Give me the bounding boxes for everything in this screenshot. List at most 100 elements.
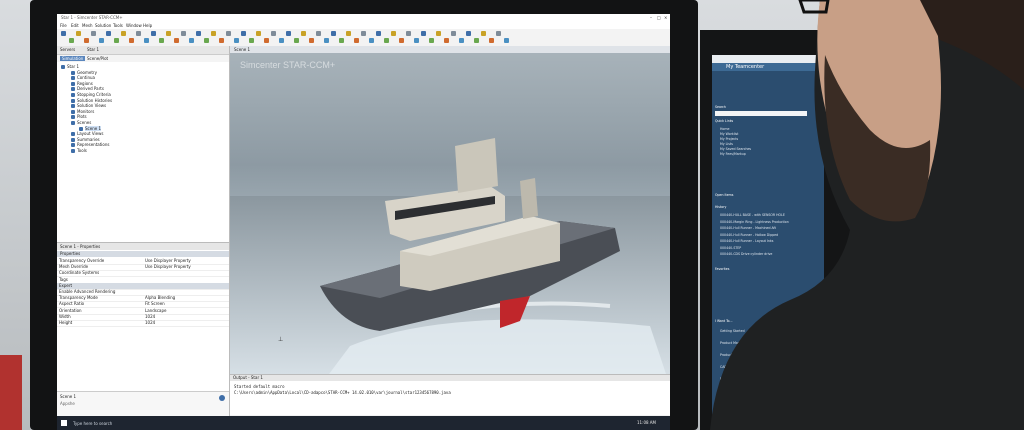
toolbar-tool-icon[interactable]: [413, 38, 419, 43]
menu-solution[interactable]: Solution: [95, 23, 111, 28]
toolbar-tool-icon[interactable]: [331, 31, 336, 36]
toolbar-tool-icon[interactable]: [241, 31, 246, 36]
folder-icon: [71, 121, 75, 125]
tab-servers[interactable]: Servers: [60, 47, 75, 52]
ship-scene: [230, 138, 670, 386]
folder-icon: [79, 126, 83, 131]
toolbar-tool-icon[interactable]: [323, 38, 329, 43]
toolbar-tool-icon[interactable]: [436, 31, 441, 36]
tab-scene-plot[interactable]: Scene/Plot: [87, 56, 108, 61]
explorer-panel: Servers Star 1 Simulation Scene/Plot Sta…: [57, 46, 230, 416]
toolbar-tool-icon[interactable]: [68, 38, 74, 43]
toolbar-tool-icon[interactable]: [398, 38, 404, 43]
toolbar-tool-icon[interactable]: [91, 31, 96, 36]
menu-mesh[interactable]: Mesh: [82, 23, 93, 28]
toolbar-tool-icon[interactable]: [166, 31, 171, 36]
property-row[interactable]: Height 1024: [57, 320, 229, 327]
maximize-icon[interactable]: □: [657, 15, 661, 20]
toolbar-tool-icon[interactable]: [173, 38, 179, 43]
toolbar-tool-icon[interactable]: [218, 38, 224, 43]
toolbar-tool-icon[interactable]: [466, 31, 471, 36]
start-icon[interactable]: [61, 420, 67, 426]
toolbar-tool-icon[interactable]: [286, 31, 291, 36]
output-tab[interactable]: Output - Star 1: [233, 375, 263, 380]
folder-icon: [71, 137, 75, 142]
menu-tools[interactable]: Tools: [113, 23, 123, 28]
toolbar-tool-icon[interactable]: [308, 38, 314, 43]
tab-simulation[interactable]: Simulation: [60, 56, 86, 61]
toolbar-tool-icon[interactable]: [473, 38, 479, 43]
toolbar-tool-icon[interactable]: [421, 31, 426, 36]
toolbar-tool-icon[interactable]: [316, 31, 321, 36]
toolbar-tool-icon[interactable]: [98, 38, 104, 43]
toolbar-tool-icon[interactable]: [188, 38, 194, 43]
menu-file[interactable]: File: [60, 23, 67, 28]
taskbar-search[interactable]: Type here to search: [73, 421, 112, 426]
property-key: Expert: [59, 282, 73, 288]
toolbar-tool-icon[interactable]: [346, 31, 351, 36]
red-chair-back: [0, 355, 22, 430]
toolbar-tool-icon[interactable]: [488, 38, 494, 43]
toolbar-tool-icon[interactable]: [61, 31, 66, 36]
toolbar-tool-icon[interactable]: [443, 38, 449, 43]
person-foreground: [710, 0, 1024, 430]
toolbar-tool-icon[interactable]: [181, 31, 186, 36]
toolbar-tool-icon[interactable]: [293, 38, 299, 43]
property-key: Tags: [59, 276, 68, 282]
toolbar-tool-icon[interactable]: [383, 38, 389, 43]
toolbar-tool-icon[interactable]: [301, 31, 306, 36]
toolbar-tool-icon[interactable]: [428, 38, 434, 43]
toolbar-tool-icon[interactable]: [451, 31, 456, 36]
toolbar-tool-icon[interactable]: [256, 31, 261, 36]
menu-window[interactable]: Window: [126, 23, 142, 28]
toolbar-tool-icon[interactable]: [143, 38, 149, 43]
toolbar-tool-icon[interactable]: [211, 31, 216, 36]
close-icon[interactable]: ×: [664, 15, 667, 20]
toolbar-tool-icon[interactable]: [196, 31, 201, 36]
toolbar-tool-icon[interactable]: [83, 38, 89, 43]
toolbar-tool-icon[interactable]: [503, 38, 509, 43]
properties-tab[interactable]: Scene 1 - Properties: [60, 244, 100, 249]
toolbar-tool-icon[interactable]: [248, 38, 254, 43]
toolbar-tool-icon[interactable]: [76, 31, 81, 36]
help-icon[interactable]: [219, 395, 225, 401]
properties-panel: Scene 1 - Properties Properties Transpar…: [57, 242, 229, 393]
toolbar-tool-icon[interactable]: [158, 38, 164, 43]
scene-viewport[interactable]: Scene 1 Simcenter STAR-CCM+ ⊥: [230, 46, 670, 386]
toolbar-tool-icon[interactable]: [106, 31, 111, 36]
property-value: Use Displayer Property: [145, 264, 191, 270]
minimize-icon[interactable]: –: [650, 15, 652, 20]
toolbar-tool-icon[interactable]: [271, 31, 276, 36]
toolbar-tool-icon[interactable]: [233, 38, 239, 43]
property-value: Fit Screen: [145, 301, 165, 307]
toolbar-tool-icon[interactable]: [496, 31, 501, 36]
tree-node-label: Tools: [77, 148, 87, 153]
tree-node-label: Solution Views: [77, 103, 107, 109]
property-value: 1024: [145, 313, 156, 319]
toolbar-tool-icon[interactable]: [391, 31, 396, 36]
tab-star1[interactable]: Star 1: [87, 47, 99, 52]
toolbar-tool-icon[interactable]: [136, 31, 141, 36]
toolbar-tool-icon[interactable]: [113, 38, 119, 43]
toolbar-tool-icon[interactable]: [458, 38, 464, 43]
property-key: Transparency Override: [59, 258, 105, 263]
toolbar-tool-icon[interactable]: [203, 38, 209, 43]
toolbar-tool-icon[interactable]: [368, 38, 374, 43]
toolbar-tool-icon[interactable]: [278, 38, 284, 43]
toolbar-tool-icon[interactable]: [263, 38, 269, 43]
output-panel: Output - Star 1 Started default macro C:…: [230, 374, 670, 415]
toolbar-tool-icon[interactable]: [376, 31, 381, 36]
menu-edit[interactable]: Edit: [71, 23, 79, 28]
toolbar-tool-icon[interactable]: [151, 31, 156, 36]
status-value: Appshe: [60, 401, 75, 406]
toolbar-tool-icon[interactable]: [121, 31, 126, 36]
simulation-tree: Star 1 Geometry Continua Regions Derived Par…: [57, 64, 229, 234]
toolbar-tool-icon[interactable]: [361, 31, 366, 36]
menu-help[interactable]: Help: [143, 23, 152, 28]
toolbar-tool-icon[interactable]: [338, 38, 344, 43]
toolbar-tool-icon[interactable]: [406, 31, 411, 36]
toolbar-tool-icon[interactable]: [128, 38, 134, 43]
toolbar-tool-icon[interactable]: [226, 31, 231, 36]
toolbar-tool-icon[interactable]: [481, 31, 486, 36]
toolbar-tool-icon[interactable]: [353, 38, 359, 43]
